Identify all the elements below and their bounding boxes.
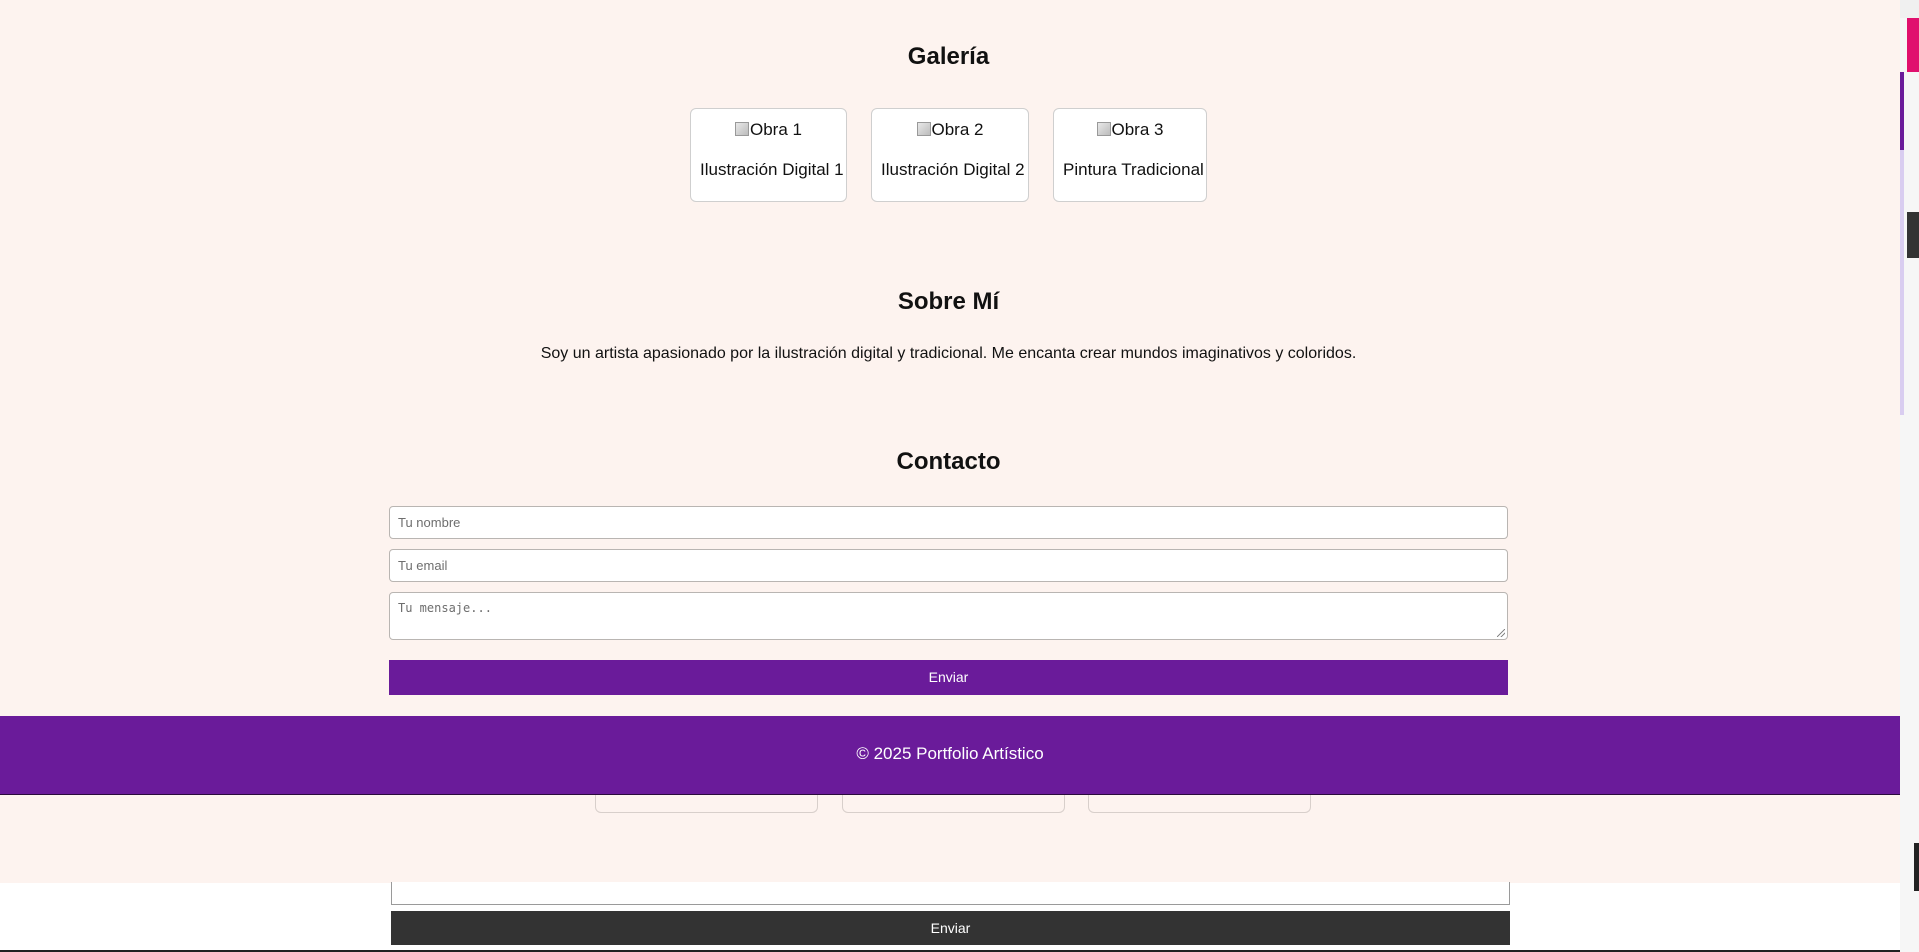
send-button[interactable]: Enviar: [389, 660, 1508, 695]
message-field[interactable]: Tu mensaje...: [389, 592, 1508, 640]
gallery-card[interactable]: Obra 2 Ilustración Digital 2: [871, 108, 1029, 202]
ghost-message-field: [391, 882, 1510, 905]
scrollbar-marker-bottom: [1914, 843, 1919, 891]
resize-handle-icon[interactable]: [1497, 629, 1505, 637]
scrollbar-marker-purple: [1900, 72, 1904, 150]
scrollbar-track-top: [1900, 0, 1919, 18]
about-title: Sobre Mí: [897, 288, 1000, 315]
artwork-caption: Ilustración Digital 1: [700, 160, 844, 179]
email-field[interactable]: Tu email: [389, 549, 1508, 582]
artwork-alt: Obra 3: [1111, 120, 1164, 139]
message-placeholder: Tu mensaje...: [398, 601, 492, 615]
gallery-title: Galería: [907, 43, 990, 70]
gallery-grid: Obra 1 Ilustración Digital 1 Obra 2 Ilus…: [0, 108, 1897, 202]
broken-image-icon: [916, 122, 931, 136]
artwork-image: Obra 2: [881, 119, 1019, 141]
ghost-send-button[interactable]: Enviar: [391, 911, 1510, 945]
scrollbar-thumb[interactable]: [1900, 150, 1904, 415]
broken-image-icon: [735, 122, 749, 136]
page-scrollbar[interactable]: [1900, 0, 1919, 952]
gallery-card[interactable]: Obra 3 Pintura Tradicional: [1053, 108, 1207, 202]
artwork-caption: Ilustración Digital 2: [881, 160, 1025, 179]
scrollbar-marker-pink: [1907, 18, 1919, 72]
scrollbar-marker-dark: [1907, 212, 1919, 258]
artwork-image: Obra 3: [1063, 119, 1197, 141]
name-field[interactable]: Tu nombre: [389, 506, 1508, 539]
footer-text: © 2025 Portfolio Artístico: [856, 744, 1044, 763]
about-text: Soy un artista apasionado por la ilustra…: [540, 345, 1357, 362]
main-page: Galería Obra 1 Ilustración Digital 1 Obr…: [0, 0, 1900, 716]
contact-title: Contacto: [896, 448, 1001, 475]
artwork-caption: Pintura Tradicional: [1063, 160, 1204, 179]
artwork-image: Obra 1: [700, 119, 837, 141]
footer: © 2025 Portfolio Artístico: [0, 716, 1900, 795]
broken-image-icon: [1096, 122, 1111, 136]
gallery-card[interactable]: Obra 1 Ilustración Digital 1: [690, 108, 847, 202]
artwork-alt: Obra 1: [750, 120, 802, 139]
artwork-alt: Obra 2: [931, 120, 984, 139]
